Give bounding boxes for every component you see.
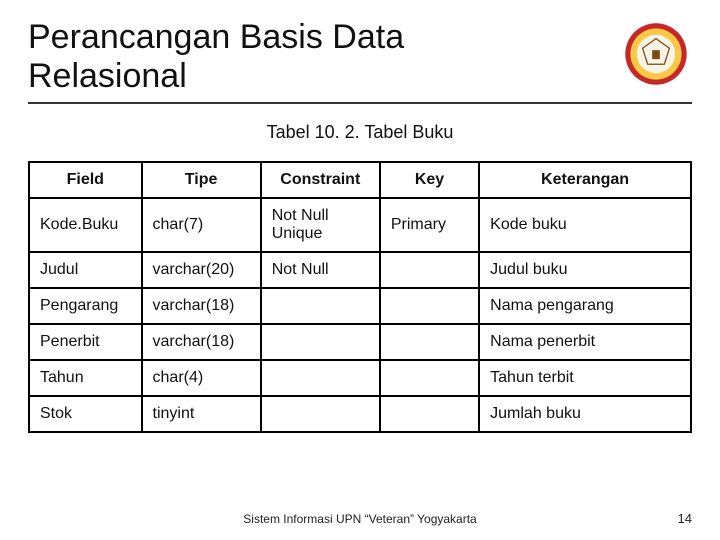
title-line-1: Perancangan Basis Data: [28, 18, 404, 56]
slide-title: Perancangan Basis Data Relasional: [28, 18, 692, 96]
table-caption: Tabel 10. 2. Tabel Buku: [28, 122, 692, 143]
cell-field: Judul: [29, 252, 142, 288]
cell-constraint: Not NullUnique: [261, 198, 380, 252]
footer-text: Sistem Informasi UPN “Veteran” Yogyakart…: [0, 512, 720, 526]
table-row: Tahunchar(4) Tahun terbit: [29, 360, 691, 396]
cell-field: Penerbit: [29, 324, 142, 360]
table-row: Pengarangvarchar(18) Nama pengarang: [29, 288, 691, 324]
title-line-2: Relasional: [28, 57, 187, 95]
cell-constraint: Not Null: [261, 252, 380, 288]
cell-keterangan: Jumlah buku: [479, 396, 691, 432]
cell-key: [380, 396, 479, 432]
col-tipe: Tipe: [142, 162, 261, 198]
table-row: Stoktinyint Jumlah buku: [29, 396, 691, 432]
table-row: Judulvarchar(20)Not Null Judul buku: [29, 252, 691, 288]
cell-constraint: [261, 288, 380, 324]
cell-tipe: char(4): [142, 360, 261, 396]
cell-keterangan: Tahun terbit: [479, 360, 691, 396]
cell-constraint: [261, 360, 380, 396]
cell-constraint: [261, 396, 380, 432]
cell-key: Primary: [380, 198, 479, 252]
table-row: Penerbitvarchar(18) Nama penerbit: [29, 324, 691, 360]
col-field: Field: [29, 162, 142, 198]
schema-table: Field Tipe Constraint Key Keterangan Kod…: [28, 161, 692, 433]
cell-field: Tahun: [29, 360, 142, 396]
cell-key: [380, 360, 479, 396]
cell-keterangan: Nama pengarang: [479, 288, 691, 324]
cell-tipe: varchar(18): [142, 324, 261, 360]
university-logo-icon: [624, 22, 688, 86]
cell-key: [380, 324, 479, 360]
cell-keterangan: Kode buku: [479, 198, 691, 252]
title-block: Perancangan Basis Data Relasional: [28, 18, 692, 104]
cell-field: Stok: [29, 396, 142, 432]
cell-key: [380, 252, 479, 288]
cell-tipe: varchar(20): [142, 252, 261, 288]
col-constraint: Constraint: [261, 162, 380, 198]
col-keterangan: Keterangan: [479, 162, 691, 198]
page-number: 14: [678, 511, 692, 526]
cell-tipe: tinyint: [142, 396, 261, 432]
table-header-row: Field Tipe Constraint Key Keterangan: [29, 162, 691, 198]
cell-key: [380, 288, 479, 324]
cell-keterangan: Judul buku: [479, 252, 691, 288]
cell-keterangan: Nama penerbit: [479, 324, 691, 360]
cell-tipe: char(7): [142, 198, 261, 252]
col-key: Key: [380, 162, 479, 198]
cell-constraint: [261, 324, 380, 360]
cell-field: Kode.Buku: [29, 198, 142, 252]
table-row: Kode.Bukuchar(7)Not NullUniquePrimaryKod…: [29, 198, 691, 252]
cell-tipe: varchar(18): [142, 288, 261, 324]
cell-field: Pengarang: [29, 288, 142, 324]
